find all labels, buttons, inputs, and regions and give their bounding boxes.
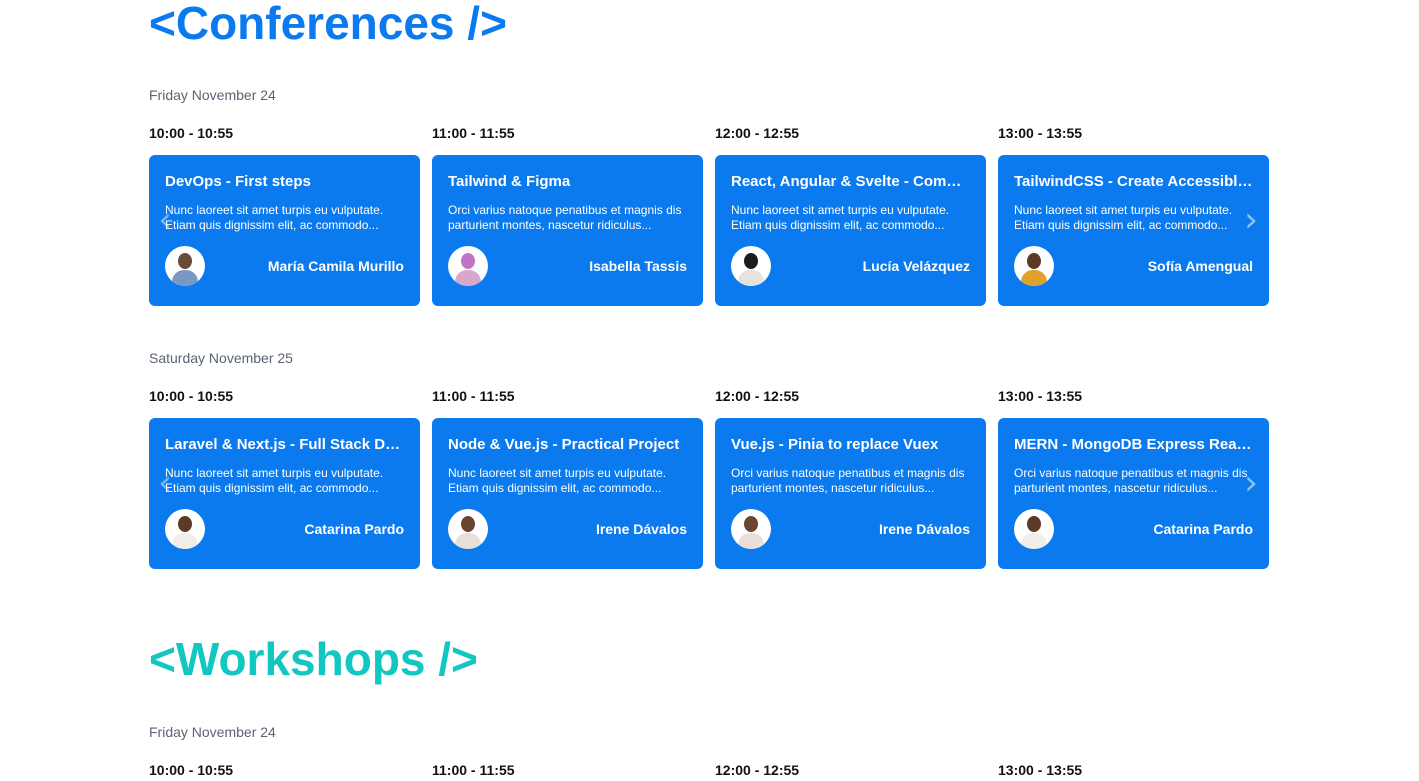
avatar-body xyxy=(455,533,481,549)
conferences-title: <Conferences /> xyxy=(149,0,507,49)
day-label: Saturday November 25 xyxy=(149,350,293,366)
speaker-row: Lucía Velázquez xyxy=(731,246,970,286)
talk-title: Node & Vue.js - Practical Project xyxy=(448,436,680,453)
speaker-row: María Camila Murillo xyxy=(165,246,404,286)
talk-description: Orci varius natoque penatibus et magnis … xyxy=(731,466,965,495)
time-slot: 10:00 - 10:55 xyxy=(149,388,234,404)
talk-title: DevOps - First steps xyxy=(165,173,311,190)
time-slot: 13:00 - 13:55 xyxy=(998,125,1083,141)
speaker-row: Sofía Amengual xyxy=(1014,246,1253,286)
talk-title: TailwindCSS - Create Accessible Componen… xyxy=(1014,173,1253,190)
talk-cards-carousel: Laravel & Next.js - Full Stack Developme… xyxy=(149,418,1269,569)
talk-description: Nunc laoreet sit amet turpis eu vulputat… xyxy=(731,203,950,232)
talk-title: Vue.js - Pinia to replace Vuex xyxy=(731,436,939,453)
time-slot: 12:00 - 12:55 xyxy=(715,388,800,404)
speaker-row: Catarina Pardo xyxy=(165,509,404,549)
avatar-head xyxy=(1027,516,1041,532)
time-slots-row: 10:00 - 10:55 11:00 - 11:55 12:00 - 12:5… xyxy=(149,388,1269,404)
speaker-name: Lucía Velázquez xyxy=(862,258,970,274)
conference-day-friday: Friday November 24 10:00 - 10:55 11:00 -… xyxy=(149,87,1269,306)
speaker-name: Sofía Amengual xyxy=(1147,258,1253,274)
talk-description: Orci varius natoque penatibus et magnis … xyxy=(1014,466,1248,495)
speaker-name: Catarina Pardo xyxy=(304,521,404,537)
time-slot: 10:00 - 10:55 xyxy=(149,762,234,778)
carousel-prev-icon[interactable]: ‹ xyxy=(155,463,175,503)
day-label: Friday November 24 xyxy=(149,724,276,740)
talk-card[interactable]: Vue.js - Pinia to replace Vuex Orci variu… xyxy=(715,418,986,569)
avatar-body xyxy=(172,533,198,549)
avatar-head xyxy=(178,253,192,269)
time-slot: 11:00 - 11:55 xyxy=(432,762,515,778)
speaker-name: María Camila Murillo xyxy=(267,258,404,274)
workshop-day-friday: Friday November 24 10:00 - 10:55 11:00 -… xyxy=(149,724,1269,778)
carousel-next-icon[interactable]: › xyxy=(1241,200,1261,240)
talk-title: Tailwind & Figma xyxy=(448,173,571,190)
talk-description: Orci varius natoque penatibus et magnis … xyxy=(448,203,682,232)
speaker-avatar xyxy=(165,246,205,286)
avatar-head xyxy=(744,253,758,269)
talk-description: Nunc laoreet sit amet turpis eu vulputat… xyxy=(448,466,667,495)
speaker-avatar xyxy=(448,509,488,549)
time-slots-row: 10:00 - 10:55 11:00 - 11:55 12:00 - 12:5… xyxy=(149,762,1269,778)
speaker-avatar xyxy=(1014,509,1054,549)
avatar-body xyxy=(738,533,764,549)
time-slot: 11:00 - 11:55 xyxy=(432,125,515,141)
avatar-body xyxy=(738,270,764,286)
avatar-head xyxy=(461,253,475,269)
speaker-row: Irene Dávalos xyxy=(731,509,970,549)
speaker-row: Irene Dávalos xyxy=(448,509,687,549)
avatar-head xyxy=(744,516,758,532)
talk-title: MERN - MongoDB Express React Node xyxy=(1014,436,1253,453)
talk-card[interactable]: TailwindCSS - Create Accessible Componen… xyxy=(998,155,1269,306)
speaker-avatar xyxy=(731,246,771,286)
time-slot: 12:00 - 12:55 xyxy=(715,125,800,141)
talk-card[interactable]: Laravel & Next.js - Full Stack Developme… xyxy=(149,418,420,569)
page: <Conferences /> Friday November 24 10:00… xyxy=(0,0,1419,781)
speaker-name: Irene Dávalos xyxy=(595,521,687,537)
talk-title: React, Angular & Svelte - Comparison xyxy=(731,173,970,190)
avatar-head xyxy=(1027,253,1041,269)
avatar-head xyxy=(461,516,475,532)
speaker-name: Catarina Pardo xyxy=(1153,521,1253,537)
avatar-body xyxy=(1021,270,1047,286)
speaker-row: Isabella Tassis xyxy=(448,246,687,286)
time-slots-row: 10:00 - 10:55 11:00 - 11:55 12:00 - 12:5… xyxy=(149,125,1269,141)
talk-description: Nunc laoreet sit amet turpis eu vulputat… xyxy=(1014,203,1233,232)
speaker-name: Isabella Tassis xyxy=(589,258,687,274)
avatar-head xyxy=(178,516,192,532)
talk-card[interactable]: React, Angular & Svelte - Comparison Nunc… xyxy=(715,155,986,306)
time-slot: 11:00 - 11:55 xyxy=(432,388,515,404)
time-slot: 12:00 - 12:55 xyxy=(715,762,800,778)
avatar-body xyxy=(455,270,481,286)
carousel-next-icon[interactable]: › xyxy=(1241,463,1261,503)
talk-description: Nunc laoreet sit amet turpis eu vulputat… xyxy=(165,466,384,495)
speaker-avatar xyxy=(165,509,205,549)
day-label: Friday November 24 xyxy=(149,87,276,103)
time-slot: 10:00 - 10:55 xyxy=(149,125,234,141)
speaker-avatar xyxy=(448,246,488,286)
avatar-body xyxy=(172,270,198,286)
workshops-title: <Workshops /> xyxy=(149,633,478,685)
talk-card[interactable]: Node & Vue.js - Practical Project Nunc la… xyxy=(432,418,703,569)
speaker-name: Irene Dávalos xyxy=(878,521,970,537)
speaker-row: Catarina Pardo xyxy=(1014,509,1253,549)
talk-cards-carousel: DevOps - First steps Nunc laoreet sit ame… xyxy=(149,155,1269,306)
talk-description: Nunc laoreet sit amet turpis eu vulputat… xyxy=(165,203,384,232)
carousel-prev-icon[interactable]: ‹ xyxy=(155,200,175,240)
talk-card[interactable]: Tailwind & Figma Orci varius natoque pena… xyxy=(432,155,703,306)
talk-card[interactable]: MERN - MongoDB Express React Node Orci va… xyxy=(998,418,1269,569)
avatar-body xyxy=(1021,533,1047,549)
time-slot: 13:00 - 13:55 xyxy=(998,762,1083,778)
talk-card[interactable]: DevOps - First steps Nunc laoreet sit ame… xyxy=(149,155,420,306)
speaker-avatar xyxy=(1014,246,1054,286)
time-slot: 13:00 - 13:55 xyxy=(998,388,1083,404)
speaker-avatar xyxy=(731,509,771,549)
talk-title: Laravel & Next.js - Full Stack Developme… xyxy=(165,436,404,453)
conference-day-saturday: Saturday November 25 10:00 - 10:55 11:00… xyxy=(149,350,1269,569)
